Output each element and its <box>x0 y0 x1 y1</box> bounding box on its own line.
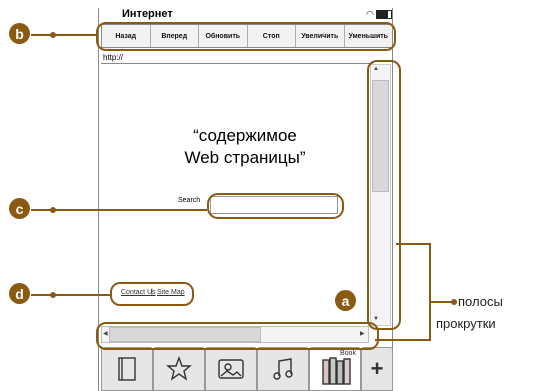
toolbar-highlight <box>96 22 396 51</box>
callout-c-badge: c <box>9 198 30 219</box>
web-content-placeholder: “содержимое Web страницы” <box>150 125 340 169</box>
tab-music[interactable] <box>257 347 309 391</box>
bracket-bottom <box>375 339 431 341</box>
tab-ebook-library[interactable]: Book <box>309 347 361 391</box>
callout-a-badge: a <box>335 290 356 311</box>
plus-icon: + <box>370 356 384 381</box>
content-line-2: Web страницы” <box>184 148 306 167</box>
tab-add[interactable]: + <box>361 347 393 391</box>
star-icon <box>166 356 192 381</box>
callout-d-badge: d <box>9 283 30 304</box>
callout-b-line <box>31 34 96 36</box>
callout-c-dot <box>50 207 56 213</box>
links-highlight <box>110 282 194 306</box>
wifi-icon: ◠ <box>366 9 374 19</box>
battery-icon <box>375 10 392 20</box>
vscroll-highlight <box>367 60 401 330</box>
callout-b-badge: b <box>9 23 30 44</box>
window-title: Интернет <box>122 8 173 20</box>
photo-icon <box>218 359 244 379</box>
scrollbars-annotation: полосы прокрутки <box>436 291 503 335</box>
note-dot <box>451 299 457 305</box>
hscroll-highlight <box>96 322 379 350</box>
tab-favorites[interactable] <box>153 347 205 391</box>
search-label: Search <box>178 197 201 204</box>
tab-photos[interactable] <box>205 347 257 391</box>
bracket-vertical <box>429 243 431 340</box>
music-icon <box>273 358 293 380</box>
callout-b-dot <box>50 32 56 38</box>
bracket-top <box>396 243 430 245</box>
callout-d-line <box>31 294 111 296</box>
status-icons: ◠ <box>366 9 392 20</box>
callout-d-dot <box>50 292 56 298</box>
search-highlight <box>207 193 344 219</box>
library-label: Book <box>340 350 356 357</box>
content-line-1: “содержимое <box>193 126 297 145</box>
tab-books[interactable] <box>101 347 153 391</box>
callout-c-line <box>31 209 207 211</box>
annotation-line-1: полосы <box>458 294 503 309</box>
book-icon <box>118 357 136 381</box>
annotation-line-2: прокрутки <box>436 316 496 331</box>
address-field[interactable]: http:// <box>101 52 373 64</box>
